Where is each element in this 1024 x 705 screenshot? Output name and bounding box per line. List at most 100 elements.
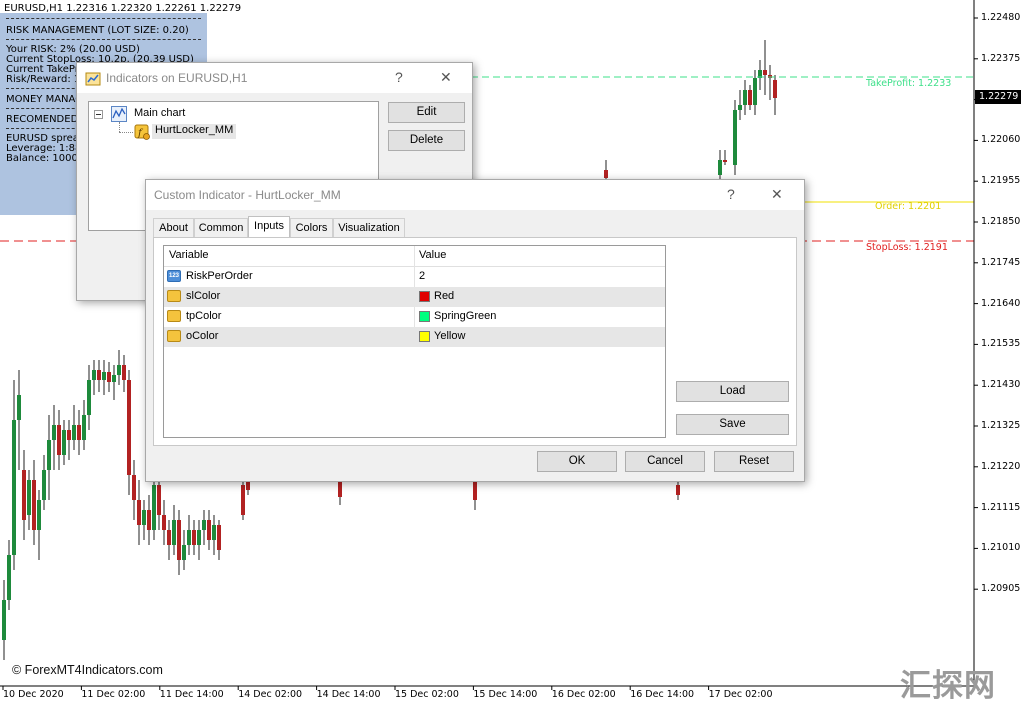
save-button[interactable]: Save xyxy=(676,414,789,435)
candle-body xyxy=(57,425,61,455)
candle-body xyxy=(167,530,171,545)
time-tick-label: 10 Dec 2020 xyxy=(3,689,64,700)
candle-body xyxy=(748,90,752,105)
price-tick-label: 1.21850 xyxy=(981,216,1021,227)
time-tick-label: 14 Dec 02:00 xyxy=(238,689,303,700)
tab-visualization[interactable]: Visualization xyxy=(333,218,405,237)
delete-button[interactable]: Delete xyxy=(388,130,465,151)
price-tick-label: 1.22375 xyxy=(981,52,1021,64)
candle-body xyxy=(177,520,181,560)
color-swatch xyxy=(419,311,430,322)
risk-divider xyxy=(6,18,201,19)
edit-button[interactable]: Edit xyxy=(388,102,465,123)
candle-body xyxy=(473,480,477,500)
candle-body xyxy=(338,480,342,497)
price-tick-label: 1.21535 xyxy=(981,338,1021,350)
reset-button[interactable]: Reset xyxy=(714,451,794,472)
candle-body xyxy=(27,480,31,515)
candle-body xyxy=(107,372,111,382)
custom-indicator-dialog: Custom Indicator - HurtLocker_MM ? ✕ Abo… xyxy=(145,179,805,482)
ok-button[interactable]: OK xyxy=(537,451,617,472)
candle-body xyxy=(87,380,91,415)
candle-body xyxy=(17,395,21,420)
variable-value[interactable]: Red xyxy=(434,290,454,302)
candle-body xyxy=(67,430,71,440)
take-profit-label: TakeProfit: 1.2233 xyxy=(866,78,952,89)
custom-dialog-title: Custom Indicator - HurtLocker_MM xyxy=(154,188,341,202)
close-icon[interactable]: ✕ xyxy=(771,186,783,203)
watermark-logo: 汇探网 xyxy=(900,668,996,704)
color-swatch xyxy=(419,331,430,342)
candle-body xyxy=(207,520,211,540)
cancel-button[interactable]: Cancel xyxy=(625,451,705,472)
candle-body xyxy=(47,440,51,470)
risk-divider xyxy=(6,39,201,40)
variable-value[interactable]: SpringGreen xyxy=(434,310,496,322)
color-icon xyxy=(167,310,181,322)
time-tick-label: 16 Dec 02:00 xyxy=(551,689,616,700)
money-management-title: MONEY MANAG xyxy=(6,94,83,105)
color-swatch xyxy=(419,291,430,302)
indicators-dialog-title: Indicators on EURUSD,H1 xyxy=(106,71,248,85)
candle-body xyxy=(738,105,742,110)
header-value[interactable]: Value xyxy=(419,249,446,261)
variable-name: oColor xyxy=(186,330,219,342)
custom-dialog-titlebar[interactable]: Custom Indicator - HurtLocker_MM ? ✕ xyxy=(146,180,804,210)
inputs-table[interactable]: Variable Value 123 RiskPerOrder 2 slColo… xyxy=(163,245,666,438)
tab-common[interactable]: Common xyxy=(194,218,248,237)
variable-value[interactable]: Yellow xyxy=(434,330,465,342)
candle-body xyxy=(217,525,221,550)
candle-body xyxy=(97,370,101,380)
candle-body xyxy=(127,380,131,475)
candle-body xyxy=(241,485,245,515)
help-icon[interactable]: ? xyxy=(395,69,403,85)
candle-body xyxy=(147,510,151,530)
current-price-label: 1.22279 xyxy=(975,90,1021,104)
risk-title: RISK MANAGEMENT (LOT SIZE: 0.20) xyxy=(6,25,189,36)
candle-body xyxy=(763,70,767,75)
tree-collapse-icon[interactable] xyxy=(94,110,103,119)
table-row[interactable]: 123 RiskPerOrder 2 xyxy=(164,267,665,287)
time-tick-label: 16 Dec 14:00 xyxy=(630,689,695,700)
tab-about[interactable]: About xyxy=(153,218,194,237)
load-button[interactable]: Load xyxy=(676,381,789,402)
tree-item-main-chart[interactable]: Main chart xyxy=(134,107,185,119)
price-tick-label: 1.21325 xyxy=(981,420,1021,431)
mt4-app-icon xyxy=(85,72,101,86)
tree-connector xyxy=(119,132,133,133)
candle-body xyxy=(157,485,161,515)
table-row[interactable]: slColor Red xyxy=(164,287,665,307)
header-variable[interactable]: Variable xyxy=(169,249,209,261)
price-tick-label: 1.21640 xyxy=(981,297,1021,309)
time-tick-label: 15 Dec 02:00 xyxy=(395,689,459,700)
risk-line: Risk/Reward: 1 / xyxy=(6,74,87,85)
variable-name: slColor xyxy=(186,290,221,302)
candle-body xyxy=(132,475,136,500)
variable-value[interactable]: 2 xyxy=(419,270,425,282)
time-tick-label: 15 Dec 14:00 xyxy=(473,689,538,700)
candle-body xyxy=(37,500,41,530)
candle-body xyxy=(718,160,722,175)
table-row[interactable]: oColor Yellow xyxy=(164,327,665,347)
candle-body xyxy=(152,485,156,530)
price-tick-label: 1.22480 xyxy=(981,12,1021,23)
help-icon[interactable]: ? xyxy=(727,186,735,202)
close-icon[interactable]: ✕ xyxy=(440,69,452,86)
candle-body xyxy=(42,470,46,500)
price-tick-label: 1.21010 xyxy=(981,542,1021,554)
candle-body xyxy=(62,430,66,455)
time-tick-label: 11 Dec 02:00 xyxy=(81,689,146,700)
tab-inputs[interactable]: Inputs xyxy=(248,216,290,238)
candle-body xyxy=(117,365,121,375)
time-tick-label: 11 Dec 14:00 xyxy=(159,689,224,700)
color-icon xyxy=(167,330,181,342)
candle-body xyxy=(604,170,608,178)
indicators-dialog-titlebar[interactable]: Indicators on EURUSD,H1 ? ✕ xyxy=(77,63,472,93)
table-row[interactable]: tpColor SpringGreen xyxy=(164,307,665,327)
price-tick-label: 1.21115 xyxy=(981,501,1021,513)
stop-loss-label: StopLoss: 1.2191 xyxy=(866,242,948,253)
tree-item-hurtlocker[interactable]: HurtLocker_MM xyxy=(152,124,237,139)
tab-colors[interactable]: Colors xyxy=(290,218,333,237)
candle-body xyxy=(162,515,166,530)
candle-body xyxy=(72,425,76,440)
